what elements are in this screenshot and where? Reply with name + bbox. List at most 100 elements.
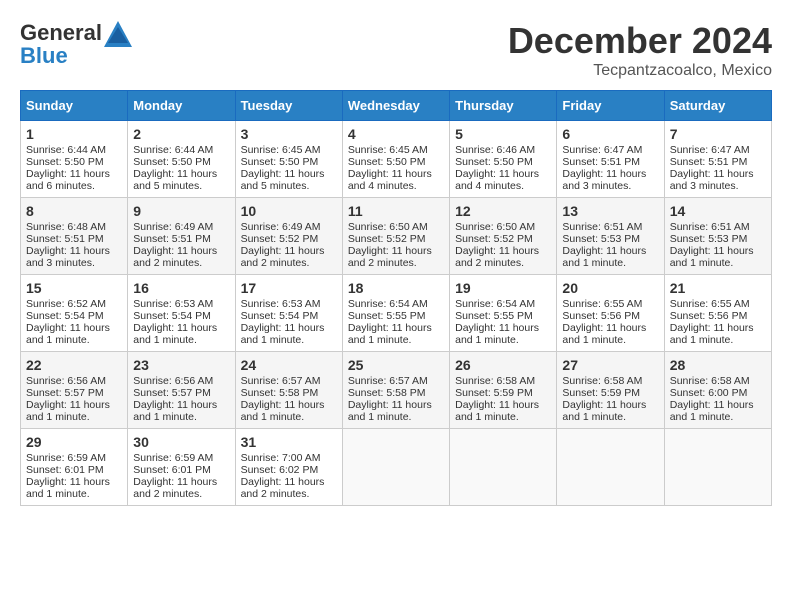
day-number: 7 xyxy=(670,126,766,142)
weekday-header-monday: Monday xyxy=(128,91,235,121)
day-info: Sunrise: 6:44 AM xyxy=(133,144,229,156)
day-info: Daylight: 11 hours xyxy=(26,476,122,488)
day-number: 2 xyxy=(133,126,229,142)
day-number: 3 xyxy=(241,126,337,142)
day-info: Daylight: 11 hours xyxy=(455,168,551,180)
day-number: 14 xyxy=(670,203,766,219)
day-number: 12 xyxy=(455,203,551,219)
calendar-cell: 19Sunrise: 6:54 AMSunset: 5:55 PMDayligh… xyxy=(450,275,557,352)
calendar-cell: 30Sunrise: 6:59 AMSunset: 6:01 PMDayligh… xyxy=(128,429,235,506)
day-number: 1 xyxy=(26,126,122,142)
day-info: and 1 minute. xyxy=(562,411,658,423)
day-info: Sunrise: 6:45 AM xyxy=(241,144,337,156)
day-info: Sunset: 5:51 PM xyxy=(562,156,658,168)
calendar-week-1: 1Sunrise: 6:44 AMSunset: 5:50 PMDaylight… xyxy=(21,121,772,198)
day-info: Daylight: 11 hours xyxy=(133,399,229,411)
day-info: Sunset: 6:00 PM xyxy=(670,387,766,399)
day-info: and 1 minute. xyxy=(26,411,122,423)
calendar-cell: 10Sunrise: 6:49 AMSunset: 5:52 PMDayligh… xyxy=(235,198,342,275)
calendar-week-4: 22Sunrise: 6:56 AMSunset: 5:57 PMDayligh… xyxy=(21,352,772,429)
day-info: Daylight: 11 hours xyxy=(348,168,444,180)
day-info: and 5 minutes. xyxy=(133,180,229,192)
day-info: Sunset: 5:54 PM xyxy=(241,310,337,322)
location: Tecpantzacoalco, Mexico xyxy=(508,62,772,80)
day-info: and 4 minutes. xyxy=(348,180,444,192)
logo-icon xyxy=(104,21,132,47)
day-number: 25 xyxy=(348,357,444,373)
calendar-cell: 16Sunrise: 6:53 AMSunset: 5:54 PMDayligh… xyxy=(128,275,235,352)
weekday-header-row: SundayMondayTuesdayWednesdayThursdayFrid… xyxy=(21,91,772,121)
day-info: and 3 minutes. xyxy=(26,257,122,269)
day-info: Sunset: 5:51 PM xyxy=(26,233,122,245)
calendar-cell: 31Sunrise: 7:00 AMSunset: 6:02 PMDayligh… xyxy=(235,429,342,506)
day-info: Daylight: 11 hours xyxy=(26,399,122,411)
day-info: Sunset: 5:58 PM xyxy=(241,387,337,399)
day-info: and 1 minute. xyxy=(241,411,337,423)
day-info: and 1 minute. xyxy=(133,334,229,346)
day-info: and 1 minute. xyxy=(133,411,229,423)
day-info: and 1 minute. xyxy=(26,334,122,346)
calendar-cell: 18Sunrise: 6:54 AMSunset: 5:55 PMDayligh… xyxy=(342,275,449,352)
calendar-cell: 15Sunrise: 6:52 AMSunset: 5:54 PMDayligh… xyxy=(21,275,128,352)
day-info: Daylight: 11 hours xyxy=(133,245,229,257)
day-info: Sunrise: 6:58 AM xyxy=(455,375,551,387)
calendar-cell: 11Sunrise: 6:50 AMSunset: 5:52 PMDayligh… xyxy=(342,198,449,275)
day-info: and 2 minutes. xyxy=(241,488,337,500)
day-info: Daylight: 11 hours xyxy=(455,322,551,334)
day-info: and 3 minutes. xyxy=(670,180,766,192)
day-info: and 1 minute. xyxy=(670,334,766,346)
day-info: Sunset: 5:51 PM xyxy=(670,156,766,168)
day-info: Sunrise: 6:52 AM xyxy=(26,298,122,310)
day-number: 11 xyxy=(348,203,444,219)
day-info: Daylight: 11 hours xyxy=(241,399,337,411)
day-info: Sunrise: 6:45 AM xyxy=(348,144,444,156)
calendar-cell: 21Sunrise: 6:55 AMSunset: 5:56 PMDayligh… xyxy=(664,275,771,352)
calendar-cell: 22Sunrise: 6:56 AMSunset: 5:57 PMDayligh… xyxy=(21,352,128,429)
day-number: 4 xyxy=(348,126,444,142)
calendar-cell: 17Sunrise: 6:53 AMSunset: 5:54 PMDayligh… xyxy=(235,275,342,352)
weekday-header-sunday: Sunday xyxy=(21,91,128,121)
calendar-cell: 1Sunrise: 6:44 AMSunset: 5:50 PMDaylight… xyxy=(21,121,128,198)
day-info: Sunset: 5:52 PM xyxy=(241,233,337,245)
day-info: Sunset: 5:54 PM xyxy=(26,310,122,322)
day-number: 24 xyxy=(241,357,337,373)
month-title: December 2024 xyxy=(508,20,772,62)
calendar-cell: 4Sunrise: 6:45 AMSunset: 5:50 PMDaylight… xyxy=(342,121,449,198)
day-info: Sunset: 5:56 PM xyxy=(670,310,766,322)
calendar-cell xyxy=(664,429,771,506)
day-number: 16 xyxy=(133,280,229,296)
day-info: and 1 minute. xyxy=(670,411,766,423)
day-info: Daylight: 11 hours xyxy=(562,399,658,411)
calendar-cell: 5Sunrise: 6:46 AMSunset: 5:50 PMDaylight… xyxy=(450,121,557,198)
calendar-cell: 24Sunrise: 6:57 AMSunset: 5:58 PMDayligh… xyxy=(235,352,342,429)
day-info: Sunset: 5:59 PM xyxy=(562,387,658,399)
day-info: Daylight: 11 hours xyxy=(26,168,122,180)
calendar-cell: 27 Sunrise: 6:58 AMSunset: 5:59 PMDayligh… xyxy=(557,352,664,429)
day-number: 28 xyxy=(670,357,766,373)
day-info: Sunrise: 6:47 AM xyxy=(562,144,658,156)
day-info: Sunrise: 6:54 AM xyxy=(455,298,551,310)
day-info: and 1 minute. xyxy=(562,334,658,346)
day-info: Sunrise: 6:58 AM xyxy=(562,375,658,387)
day-info: and 6 minutes. xyxy=(26,180,122,192)
day-number: 27 xyxy=(562,357,658,373)
day-number: 13 xyxy=(562,203,658,219)
day-info: Daylight: 11 hours xyxy=(133,476,229,488)
calendar-cell: 13Sunrise: 6:51 AMSunset: 5:53 PMDayligh… xyxy=(557,198,664,275)
day-number: 20 xyxy=(562,280,658,296)
day-info: Daylight: 11 hours xyxy=(348,322,444,334)
day-info: Daylight: 11 hours xyxy=(241,245,337,257)
day-info: and 4 minutes. xyxy=(455,180,551,192)
day-info: Sunrise: 6:50 AM xyxy=(455,221,551,233)
day-info: and 1 minute. xyxy=(455,411,551,423)
day-info: Daylight: 11 hours xyxy=(455,245,551,257)
calendar-cell: 28Sunrise: 6:58 AMSunset: 6:00 PMDayligh… xyxy=(664,352,771,429)
calendar-cell: 6Sunrise: 6:47 AMSunset: 5:51 PMDaylight… xyxy=(557,121,664,198)
day-info: and 3 minutes. xyxy=(562,180,658,192)
day-info: Sunset: 5:50 PM xyxy=(455,156,551,168)
day-info: Sunrise: 6:48 AM xyxy=(26,221,122,233)
day-info: Sunrise: 6:57 AM xyxy=(348,375,444,387)
day-number: 8 xyxy=(26,203,122,219)
calendar-week-5: 29Sunrise: 6:59 AMSunset: 6:01 PMDayligh… xyxy=(21,429,772,506)
day-info: Sunset: 5:52 PM xyxy=(455,233,551,245)
